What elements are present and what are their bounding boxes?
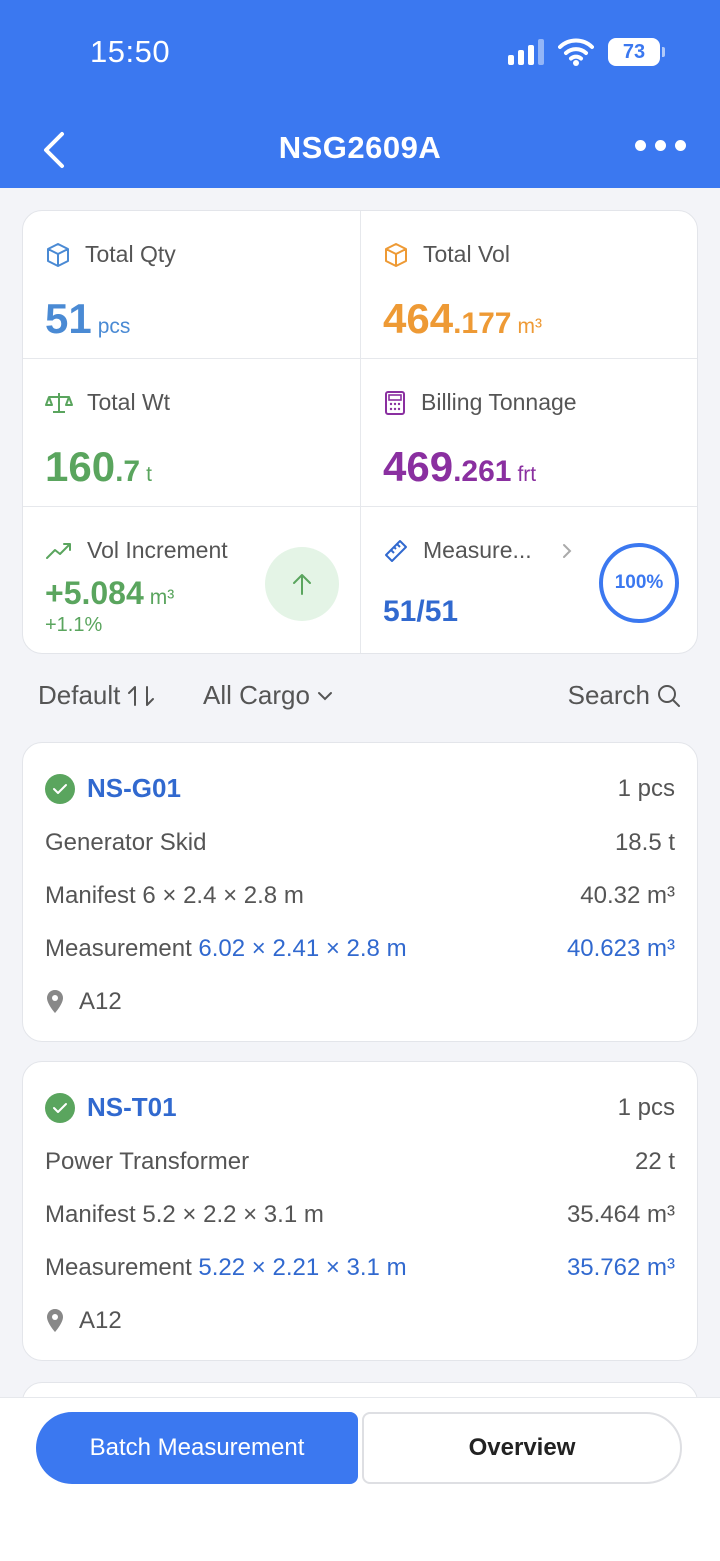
- measurement-vol: 35.762 m³: [566, 1254, 675, 1281]
- cargo-card[interactable]: NS-T01 1 pcs Power Transformer 22 t Mani…: [22, 1061, 698, 1361]
- cargo-filter-label: All Cargo: [203, 680, 310, 710]
- cargo-code: NS-T01: [87, 1092, 177, 1122]
- location-pin-icon: [47, 1309, 63, 1332]
- stat-value-dec: .177: [453, 307, 512, 340]
- summary-stats: Total Qty 51 pcs Total Vol 464.177 m³ Tota…: [22, 210, 698, 654]
- stat-billing-tonnage: Billing Tonnage 469.261 frt: [361, 359, 697, 507]
- measurement-label: Measurement: [45, 1254, 192, 1281]
- page-title: NSG2609A: [278, 130, 442, 165]
- check-icon: [45, 1092, 75, 1123]
- trend-up-icon: [46, 542, 71, 559]
- stat-unit: m³: [517, 315, 542, 338]
- cargo-location: A12: [79, 988, 122, 1015]
- cargo-qty: 1 pcs: [617, 1093, 675, 1121]
- stat-label: Measure...: [423, 537, 532, 563]
- status-icons: 73: [508, 38, 665, 66]
- bottom-action-bar: Batch Measurement Overview: [0, 1397, 720, 1561]
- stat-percent: +1.1%: [45, 614, 103, 636]
- stat-value-dec: .261: [453, 455, 512, 488]
- stat-value-int: 160: [45, 443, 116, 490]
- box-icon: [47, 242, 69, 267]
- manifest-label: Manifest: [45, 882, 136, 909]
- sort-label: Default: [38, 680, 121, 710]
- manifest-label: Manifest: [45, 1201, 136, 1228]
- stat-label: Total Qty: [85, 241, 176, 267]
- signal-icon: [508, 39, 544, 65]
- cargo-weight: 18.5 t: [614, 829, 675, 856]
- cargo-weight: 22 t: [634, 1148, 675, 1175]
- stat-label: Billing Tonnage: [421, 389, 577, 415]
- cube-icon: [385, 242, 407, 267]
- manifest-dims: 6 × 2.4 × 2.8 m: [142, 882, 304, 909]
- stat-value-int: 469: [383, 443, 454, 490]
- measurement-label: Measurement: [45, 935, 192, 962]
- more-icon[interactable]: [635, 140, 686, 151]
- sort-icon: [128, 685, 155, 706]
- cargo-location: A12: [79, 1307, 122, 1334]
- stat-unit: m³: [149, 586, 175, 609]
- stat-vol-increment: Vol Increment +5.084 m³ +1.1%: [23, 507, 361, 653]
- location-pin-icon: [47, 990, 63, 1013]
- stat-unit: pcs: [97, 315, 131, 338]
- chevron-down-icon: [317, 691, 332, 700]
- stat-value: +5.084: [45, 575, 144, 611]
- stat-total-wt: Total Wt 160.7 t: [23, 359, 361, 507]
- search-icon: [658, 684, 680, 707]
- battery-indicator: 73: [608, 38, 665, 66]
- stat-value: 51: [45, 295, 92, 342]
- stat-total-qty: Total Qty 51 pcs: [23, 211, 361, 359]
- arrow-up-icon: [293, 574, 311, 595]
- manifest-vol: 35.464 m³: [566, 1201, 675, 1228]
- check-icon: [45, 773, 75, 804]
- status-time: 15:50: [90, 34, 171, 69]
- search-label: Search: [567, 680, 650, 710]
- wifi-icon: [558, 38, 594, 66]
- cargo-qty: 1 pcs: [617, 774, 675, 802]
- chevron-right-icon: [562, 543, 572, 558]
- stat-unit: frt: [517, 463, 537, 486]
- manifest-vol: 40.32 m³: [580, 882, 675, 909]
- cargo-name: Generator Skid: [45, 829, 207, 856]
- stat-label: Total Wt: [87, 389, 171, 415]
- manifest-dims: 5.2 × 2.2 × 3.1 m: [142, 1201, 324, 1228]
- progress-ring: 100%: [599, 543, 679, 623]
- ruler-icon: [385, 539, 407, 562]
- stat-value: 51/51: [383, 595, 459, 628]
- sort-dropdown[interactable]: Default: [38, 680, 156, 711]
- stat-value-dec: .7: [115, 455, 141, 488]
- calculator-icon: [385, 390, 405, 415]
- measurement-dims: 5.22 × 2.21 × 3.1 m: [198, 1254, 407, 1281]
- cargo-card[interactable]: NS-G01 1 pcs Generator Skid 18.5 t Manif…: [22, 742, 698, 1042]
- search-button[interactable]: Search: [568, 680, 682, 711]
- scale-icon: [45, 392, 73, 413]
- batch-measurement-button[interactable]: Batch Measurement: [36, 1412, 358, 1484]
- cargo-code: NS-G01: [87, 773, 181, 803]
- stat-measure[interactable]: Measure... 51/51 100%: [361, 507, 697, 653]
- stat-label: Total Vol: [423, 241, 510, 267]
- stat-total-vol: Total Vol 464.177 m³: [361, 211, 697, 359]
- cargo-name: Power Transformer: [45, 1148, 250, 1175]
- stat-value-int: 464: [383, 295, 454, 342]
- stat-unit: t: [146, 463, 152, 486]
- top-bar: 15:50 73 NSG2609A: [0, 0, 720, 188]
- filter-bar: Default All Cargo Search: [38, 680, 682, 720]
- measurement-dims: 6.02 × 2.41 × 2.8 m: [198, 935, 407, 962]
- increase-indicator[interactable]: [265, 547, 339, 621]
- measurement-vol: 40.623 m³: [566, 935, 675, 962]
- overview-button[interactable]: Overview: [362, 1412, 682, 1484]
- cargo-filter-dropdown[interactable]: All Cargo: [203, 680, 334, 711]
- stat-label: Vol Increment: [87, 537, 228, 563]
